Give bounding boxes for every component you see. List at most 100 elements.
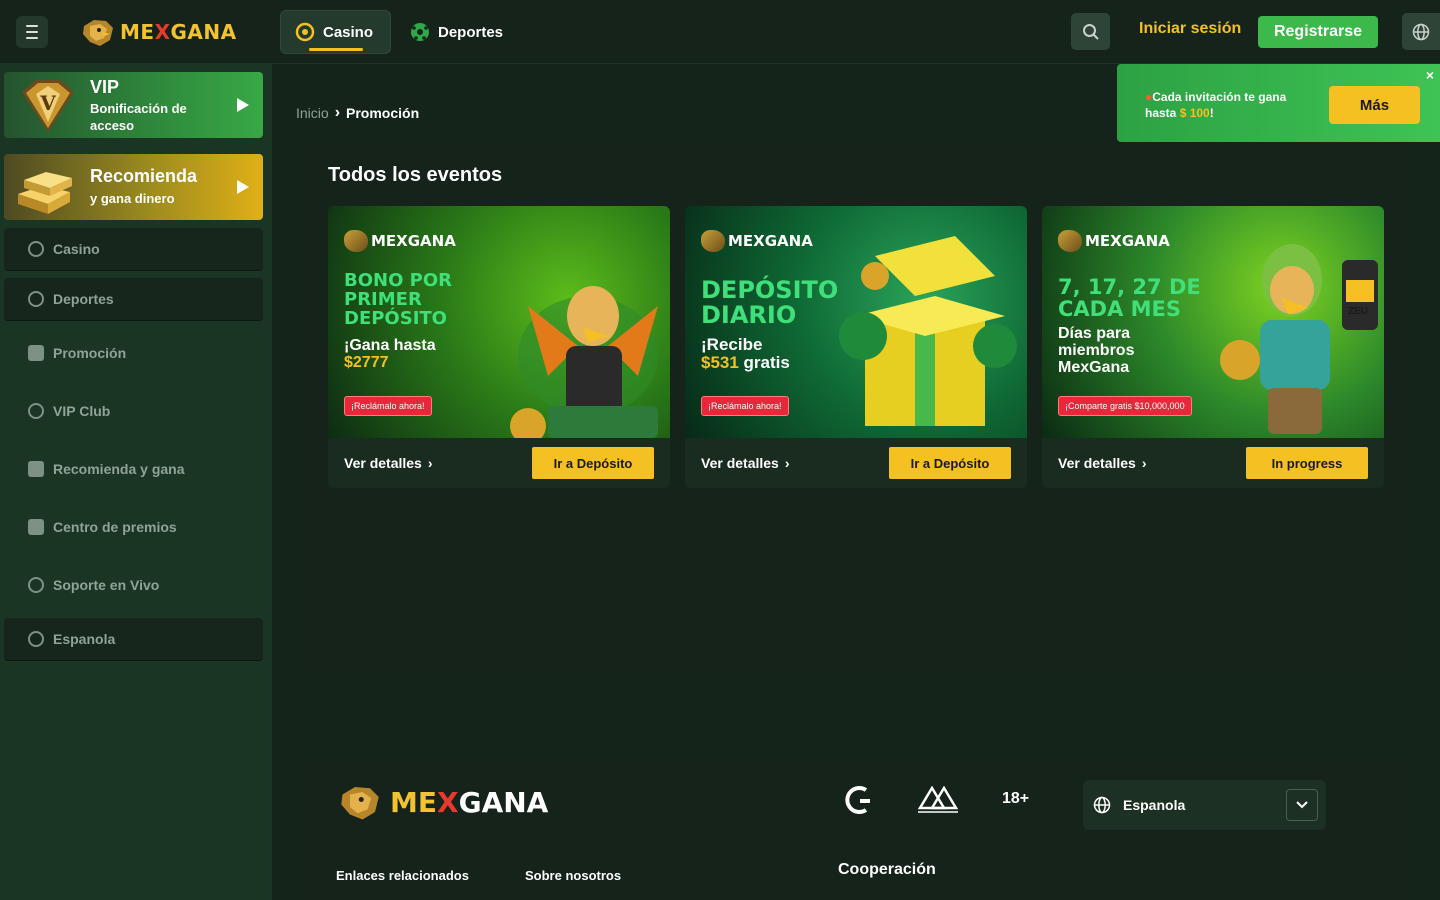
casino-chip-icon bbox=[28, 241, 44, 257]
promo-card-first-deposit: MEXGANA BONO POR PRIMER DEPÓSITO ¡Gana has… bbox=[328, 206, 670, 488]
sidebar-item-label: Deportes bbox=[53, 291, 114, 307]
details-link[interactable]: Ver detalles › bbox=[701, 455, 790, 471]
footer-about-heading: Sobre nosotros bbox=[525, 868, 622, 883]
footer-cooperation-heading: Cooperación bbox=[838, 861, 936, 878]
close-icon[interactable]: × bbox=[1426, 67, 1434, 83]
share-free-badge: ¡Comparte gratis $10,000,000 bbox=[1058, 396, 1192, 416]
eagle-mascot-illustration bbox=[1220, 244, 1378, 434]
headset-icon bbox=[28, 577, 44, 593]
footer-language-select[interactable]: Espanola bbox=[1083, 780, 1326, 830]
svg-text:V: V bbox=[39, 91, 56, 115]
banner-subtext: ¡Recibe $531 gratis bbox=[701, 335, 790, 372]
top-bar: MEXGANA Casino Deportes Iniciar sesión R… bbox=[0, 0, 1440, 64]
promo-banner[interactable]: MEXGANA DEPÓSITO DIARIO ¡Recibe $531 grati… bbox=[685, 206, 1027, 438]
language-label: Espanola bbox=[1123, 797, 1186, 813]
menu-icon[interactable] bbox=[16, 16, 48, 48]
globe-icon bbox=[1093, 796, 1111, 814]
gift-icon bbox=[28, 345, 44, 361]
eagle-logo-icon bbox=[341, 787, 379, 820]
vip-promo-card[interactable]: V VIP Bonificación de acceso bbox=[4, 72, 263, 138]
sidebar-item-casino[interactable]: Casino bbox=[4, 228, 263, 270]
details-link[interactable]: Ver detalles › bbox=[1058, 455, 1147, 471]
banner-subtext: ¡Gana hasta $2777 bbox=[344, 337, 436, 371]
diamond-icon: V bbox=[22, 80, 74, 132]
brand-name: MEXGANA bbox=[120, 20, 237, 44]
recommend-promo-card[interactable]: Recomienda y gana dinero bbox=[4, 154, 263, 220]
banner-headline: DEPÓSITO DIARIO bbox=[701, 276, 839, 330]
vip-title: VIP bbox=[90, 77, 120, 97]
gamcare-icon bbox=[845, 786, 870, 814]
promo-banner[interactable]: MEXGANA BONO POR PRIMER DEPÓSITO ¡Gana has… bbox=[328, 206, 670, 438]
sidebar-item-label: Casino bbox=[53, 241, 100, 257]
recommend-title: Recomienda bbox=[90, 166, 198, 186]
sidebar-item-language[interactable]: Espanola bbox=[4, 618, 263, 660]
sidebar-item-label: Promoción bbox=[53, 345, 127, 361]
breadcrumb-home[interactable]: Inicio bbox=[296, 105, 329, 121]
register-button[interactable]: Registrarse bbox=[1258, 16, 1378, 48]
sidebar-item-label: Centro de premios bbox=[53, 519, 177, 535]
chevron-right-icon: › bbox=[784, 455, 790, 471]
slot-reel-text: ZEU bbox=[1348, 306, 1368, 317]
gift-box-illustration bbox=[839, 236, 1017, 426]
play-icon bbox=[237, 98, 249, 112]
eagle-logo-icon bbox=[1058, 230, 1082, 252]
promo-banner[interactable]: MEXGANA 7, 17, 27 DE CADA MES Días para mi… bbox=[1042, 206, 1384, 438]
users-icon bbox=[28, 461, 44, 477]
sidebar-item-label: Recomienda y gana bbox=[53, 461, 185, 477]
toast-message: ●Cada invitación te gana hasta $ 100! bbox=[1145, 90, 1287, 120]
sidebar-item-soporte[interactable]: Soporte en Vivo bbox=[4, 564, 263, 606]
search-button[interactable] bbox=[1071, 13, 1110, 50]
sidebar-item-promocion[interactable]: Promoción bbox=[4, 332, 263, 374]
eagle-logo-icon bbox=[344, 230, 368, 252]
footer-links-heading: Enlaces relacionados bbox=[336, 868, 469, 883]
casino-chip-icon bbox=[295, 22, 315, 42]
sidebar-item-recomienda[interactable]: Recomienda y gana bbox=[4, 448, 263, 490]
chevron-right-icon: › bbox=[427, 455, 433, 471]
sidebar-item-label: Soporte en Vivo bbox=[53, 577, 160, 593]
banner-brand: MEXGANA bbox=[344, 230, 456, 252]
breadcrumb-current: Promoción bbox=[346, 105, 420, 121]
in-progress-button[interactable]: In progress bbox=[1246, 447, 1368, 479]
chevron-down-icon[interactable] bbox=[1286, 789, 1318, 821]
sidebar-item-vip-club[interactable]: VIP Club bbox=[4, 390, 263, 432]
eagle-mascot-illustration bbox=[510, 286, 658, 438]
breadcrumb: Inicio › Promoción bbox=[296, 104, 419, 122]
invite-toast: ●Cada invitación te gana hasta $ 100! Má… bbox=[1117, 64, 1440, 142]
sidebar-item-label: Espanola bbox=[53, 631, 116, 647]
more-button[interactable]: Más bbox=[1329, 86, 1420, 124]
tab-deportes[interactable]: Deportes bbox=[396, 10, 517, 54]
sidebar-item-deportes[interactable]: Deportes bbox=[4, 278, 263, 320]
recommend-subtitle: y gana dinero bbox=[90, 191, 175, 206]
search-icon bbox=[1082, 23, 1099, 40]
tab-deportes-label: Deportes bbox=[438, 23, 504, 41]
gold-bars-icon bbox=[18, 172, 72, 214]
language-button[interactable] bbox=[1402, 13, 1440, 50]
sidebar: V VIP Bonificación de acceso Recomienda … bbox=[0, 64, 272, 900]
footer-brand-logo: MEXGANA bbox=[336, 782, 548, 822]
footer-brand-name: MEXGANA bbox=[390, 785, 549, 819]
age-restriction-badge: 18+ bbox=[1002, 790, 1030, 807]
sidebar-item-premios[interactable]: Centro de premios bbox=[4, 506, 263, 548]
banner-headline: BONO POR PRIMER DEPÓSITO bbox=[344, 270, 453, 329]
go-to-deposit-button[interactable]: Ir a Depósito bbox=[532, 447, 654, 479]
promo-card-daily-deposit: MEXGANA DEPÓSITO DIARIO ¡Recibe $531 grati… bbox=[685, 206, 1027, 488]
tab-casino[interactable]: Casino bbox=[280, 10, 391, 54]
details-link[interactable]: Ver detalles › bbox=[344, 455, 433, 471]
sidebar-item-label: VIP Club bbox=[53, 403, 111, 419]
globe-icon bbox=[1412, 23, 1430, 40]
medal-icon bbox=[28, 403, 44, 419]
go-to-deposit-button[interactable]: Ir a Depósito bbox=[889, 447, 1011, 479]
chevron-right-icon: › bbox=[1141, 455, 1147, 471]
chevron-right-icon: › bbox=[334, 104, 341, 121]
login-link[interactable]: Iniciar sesión bbox=[1139, 20, 1241, 38]
globe-icon bbox=[28, 631, 44, 647]
play-icon bbox=[237, 180, 249, 194]
banner-subtext: Días para miembros MexGana bbox=[1058, 325, 1135, 376]
brand-logo[interactable]: MEXGANA bbox=[80, 14, 237, 50]
soccer-ball-icon bbox=[411, 23, 429, 41]
banner-headline: 7, 17, 27 DE CADA MES bbox=[1058, 275, 1201, 322]
claim-now-badge: ¡Reclámalo ahora! bbox=[344, 396, 432, 416]
gba-icon bbox=[917, 786, 959, 813]
vip-subtitle: Bonificación de acceso bbox=[90, 101, 187, 133]
soccer-ball-icon bbox=[28, 291, 44, 307]
